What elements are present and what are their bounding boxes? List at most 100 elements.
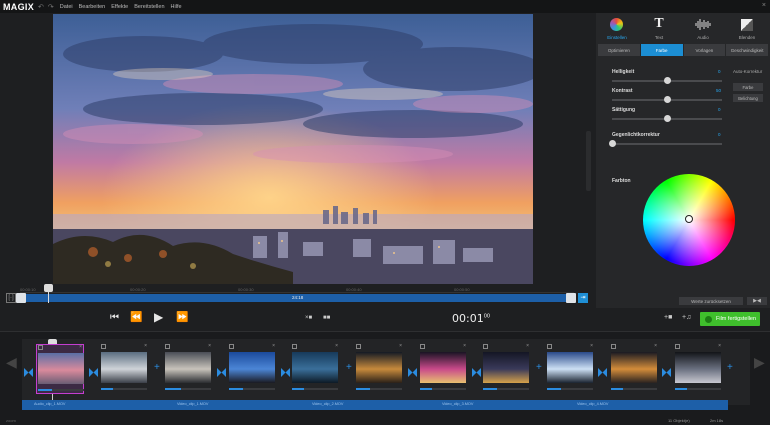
hue-cursor[interactable] <box>685 215 693 223</box>
split-mode-icon[interactable]: ■■ <box>323 315 330 321</box>
export-button[interactable]: Film fertigstellen <box>700 312 760 326</box>
clip-delete-icon[interactable]: × <box>718 343 721 349</box>
transition-icon[interactable] <box>281 364 290 377</box>
audio-track[interactable]: Audio_clip_1.MOV Video_clip_1.MOV Video_… <box>22 400 728 410</box>
backlight-slider-knob[interactable] <box>609 140 616 147</box>
clip-delete-icon[interactable]: × <box>463 343 466 349</box>
range-start-handle[interactable] <box>16 293 26 303</box>
subtab-color[interactable]: Farbe <box>640 44 683 56</box>
add-transition-icon[interactable]: + <box>345 362 354 373</box>
cut-mode-icon[interactable]: ×■ <box>305 315 312 321</box>
clip-progress <box>38 389 84 391</box>
clip-thumbnail[interactable]: × <box>36 344 84 394</box>
rewind-icon[interactable]: ⏪ <box>130 312 142 323</box>
contrast-label: Kontrast <box>612 88 633 94</box>
brightness-slider-knob[interactable] <box>664 77 671 84</box>
transition-icon[interactable] <box>89 364 98 377</box>
clip-checkbox[interactable] <box>292 344 297 349</box>
fit-zoom-button[interactable]: [·] <box>6 293 16 303</box>
scroll-left-icon[interactable]: ◀ <box>6 354 17 371</box>
clip-checkbox[interactable] <box>356 344 361 349</box>
clip-delete-icon[interactable]: × <box>399 343 402 349</box>
subtab-speed[interactable]: Geschwindigkeit <box>726 44 768 56</box>
clip-progress <box>356 388 402 390</box>
tab-transitions[interactable]: Blenden <box>726 15 768 43</box>
backlight-slider[interactable] <box>612 143 722 145</box>
audio-clip-label: Video_clip_3.MOV <box>442 402 474 406</box>
timecode-main: 00:01 <box>452 312 484 325</box>
clip-delete-icon[interactable]: × <box>144 343 147 349</box>
transition-icon[interactable] <box>472 364 481 377</box>
clip-thumbnail[interactable]: × <box>355 343 403 394</box>
object-count: 11 Objekt(e) <box>668 418 690 423</box>
clip-delete-icon[interactable]: × <box>526 343 529 349</box>
playhead-knob[interactable] <box>44 284 53 292</box>
close-icon[interactable]: × <box>762 2 766 9</box>
tab-audio[interactable]: Audio <box>682 15 724 43</box>
clip-delete-icon[interactable]: × <box>208 343 211 349</box>
clip-checkbox[interactable] <box>38 345 43 350</box>
tab-adjust[interactable]: Einstellen <box>596 15 638 43</box>
menu-file[interactable]: Datei <box>60 4 73 10</box>
scroll-right-icon[interactable]: ▶ <box>754 354 765 371</box>
clip-thumbnail[interactable]: × <box>610 343 658 394</box>
clip-checkbox[interactable] <box>547 344 552 349</box>
clip-progress <box>675 388 721 390</box>
clip-thumbnail[interactable]: × <box>674 343 722 394</box>
reset-values-button[interactable]: Werte zurücksetzen <box>679 297 743 305</box>
clip-progress-fill <box>165 388 182 390</box>
jump-end-button[interactable]: ⇥ <box>578 293 588 303</box>
menu-effects[interactable]: Effekte <box>111 4 128 10</box>
clip-progress <box>292 388 338 390</box>
apply-all-button[interactable]: ▶◀ <box>747 297 767 305</box>
add-audio-icon[interactable]: +■ <box>664 314 672 321</box>
subtab-presets[interactable]: Vorlagen <box>683 44 726 56</box>
transition-icon[interactable] <box>217 364 226 377</box>
tab-text[interactable]: T Text <box>638 15 680 43</box>
clip-checkbox[interactable] <box>420 344 425 349</box>
menu-help[interactable]: Hilfe <box>171 4 182 10</box>
menu-edit[interactable]: Bearbeiten <box>79 4 106 10</box>
clip-checkbox[interactable] <box>675 344 680 349</box>
video-preview[interactable] <box>53 14 533 284</box>
redo-icon[interactable]: ↷ <box>48 3 54 11</box>
transition-icon[interactable] <box>24 364 33 377</box>
transition-icon[interactable] <box>662 364 671 377</box>
subtab-optimize[interactable]: Optimieren <box>598 44 640 56</box>
add-transition-icon[interactable]: + <box>535 362 544 373</box>
range-end-handle[interactable] <box>566 293 576 303</box>
forward-icon[interactable]: ⏩ <box>176 312 188 323</box>
undo-icon[interactable]: ↶ <box>38 3 44 11</box>
panel-collapse-handle[interactable] <box>586 131 591 191</box>
add-transition-icon[interactable]: + <box>153 362 162 373</box>
add-transition-icon[interactable]: + <box>726 362 735 373</box>
contrast-slider-knob[interactable] <box>664 96 671 103</box>
clip-thumbnail[interactable]: × <box>419 343 467 394</box>
clip-checkbox[interactable] <box>483 344 488 349</box>
clip-delete-icon[interactable]: × <box>272 343 275 349</box>
clip-delete-icon[interactable]: × <box>654 343 657 349</box>
menu-share[interactable]: Bereitstellen <box>134 4 164 10</box>
clip-checkbox[interactable] <box>229 344 234 349</box>
clip-checkbox[interactable] <box>611 344 616 349</box>
add-music-icon[interactable]: +♫ <box>682 314 691 321</box>
clip-checkbox[interactable] <box>101 344 106 349</box>
transition-icon[interactable] <box>598 364 607 377</box>
clip-delete-icon[interactable]: × <box>335 343 338 349</box>
clip-thumbnail[interactable]: × <box>100 343 148 394</box>
skip-start-icon[interactable]: ⏮ <box>110 312 119 323</box>
transition-icon[interactable] <box>408 364 417 377</box>
auto-exposure-button[interactable]: Belichtung <box>733 94 763 102</box>
clip-thumbnail[interactable]: × <box>546 343 594 394</box>
clip-thumbnail[interactable]: × <box>291 343 339 394</box>
auto-color-button[interactable]: Farbe <box>733 83 763 91</box>
play-icon[interactable]: ▶ <box>154 310 163 324</box>
clip-thumbnail[interactable]: × <box>228 343 276 394</box>
clip-delete-icon[interactable]: × <box>590 343 593 349</box>
clip-thumbnail[interactable]: × <box>164 343 212 394</box>
ruler-tick: 00:00:10 <box>20 287 36 292</box>
clip-delete-icon[interactable]: × <box>79 344 82 350</box>
saturation-slider-knob[interactable] <box>664 115 671 122</box>
clip-thumbnail[interactable]: × <box>482 343 530 394</box>
clip-checkbox[interactable] <box>165 344 170 349</box>
